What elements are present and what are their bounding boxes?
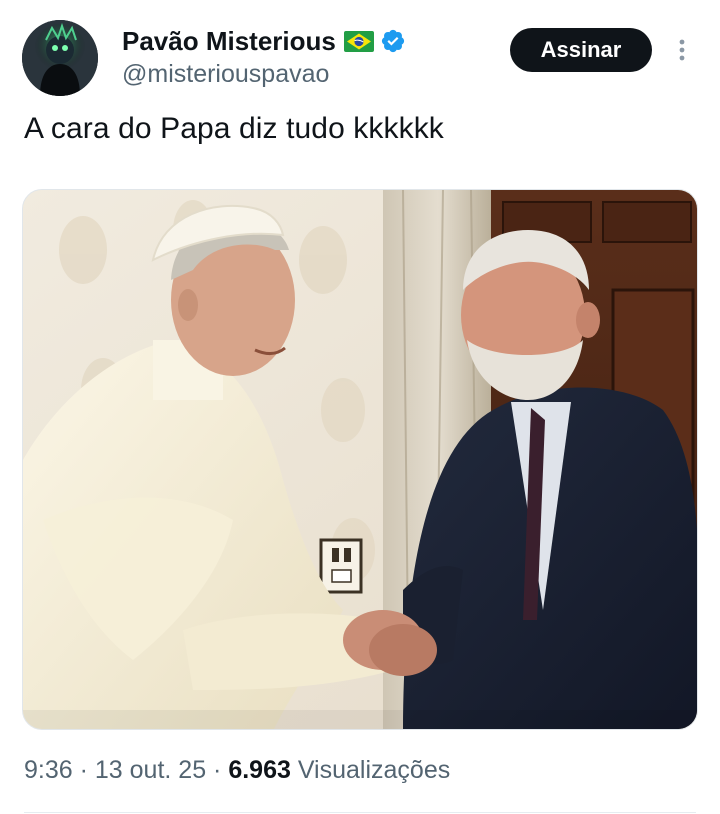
meta-separator: · [72, 756, 95, 784]
divider [24, 812, 696, 813]
tweet-photo[interactable] [22, 189, 698, 730]
subscribe-button[interactable]: Assinar [510, 28, 652, 72]
tweet-header: Pavão Misterious @misteriouspavao Assina… [0, 0, 720, 110]
verified-icon [380, 28, 406, 54]
author-name-row[interactable]: Pavão Misterious [122, 24, 406, 58]
meta-separator: · [206, 756, 229, 784]
tweet-meta: 9:36 · 13 out. 25 · 6.963 Visualizações [24, 756, 450, 785]
avatar[interactable] [22, 20, 98, 96]
tweet-text: A cara do Papa diz tudo kkkkkk [24, 112, 444, 145]
views-label[interactable]: Visualizações [291, 756, 450, 784]
more-vertical-icon[interactable] [668, 34, 696, 66]
tweet-date[interactable]: 13 out. 25 [95, 756, 206, 784]
author-handle[interactable]: @misteriouspavao [122, 60, 329, 89]
author-display-name[interactable]: Pavão Misterious [122, 26, 336, 57]
tweet-time[interactable]: 9:36 [24, 756, 73, 784]
brazil-flag-icon [343, 30, 374, 52]
views-count[interactable]: 6.963 [228, 756, 291, 784]
